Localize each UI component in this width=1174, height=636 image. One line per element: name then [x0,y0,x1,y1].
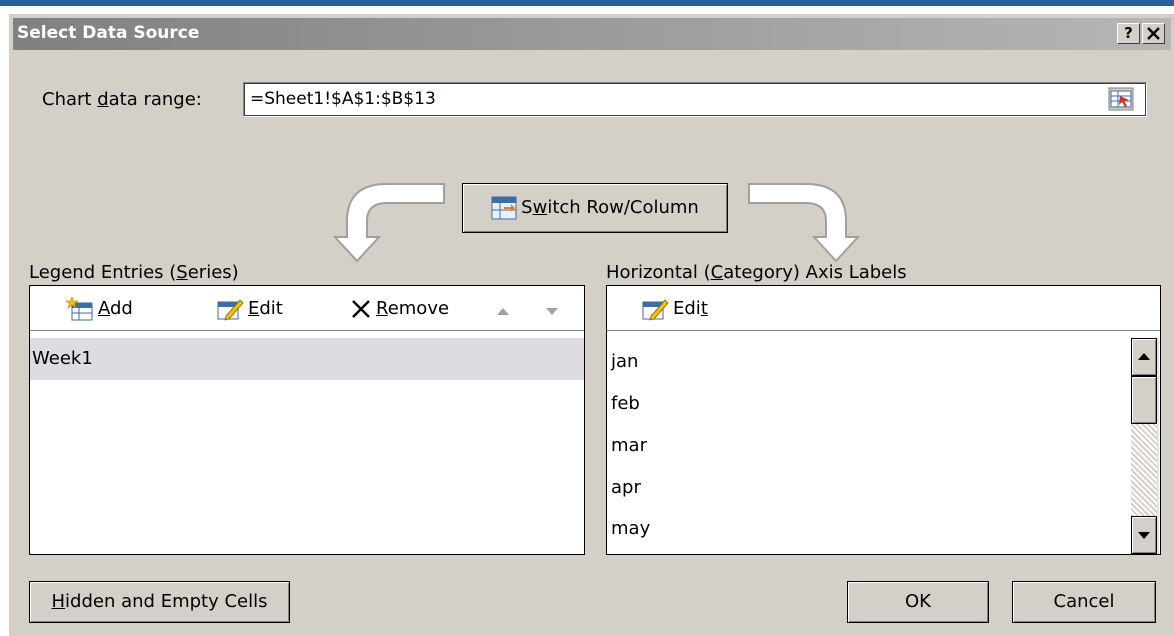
edit-axis-labels-button[interactable]: Edit [641,294,708,324]
chart-data-range-value: =Sheet1!$A$1:$B$13 [250,89,436,109]
remove-x-icon [352,300,370,318]
move-down-icon[interactable] [544,305,560,317]
select-data-source-dialog: Select Data Source ? Chart data range: =… [8,14,1174,636]
legend-entries-panel: Add Edit Remove Week1 [29,285,585,555]
scroll-down-icon [1138,532,1150,539]
close-button[interactable] [1142,23,1165,44]
switch-icon [491,196,517,220]
range-picker-icon[interactable] [1108,87,1134,111]
help-button[interactable]: ? [1117,23,1140,44]
series-name: Week1 [32,348,93,369]
hidden-empty-cells-button[interactable]: Hidden and Empty Cells [29,581,290,623]
switch-right-arrow-icon [748,183,861,263]
chart-data-range-input[interactable]: =Sheet1!$A$1:$B$13 [243,82,1147,117]
scroll-thumb[interactable] [1131,376,1157,424]
close-icon [1147,27,1160,40]
legend-entries-label: Legend Entries (Series) [29,262,239,283]
list-item[interactable]: apr [611,477,641,498]
list-item[interactable]: feb [611,393,640,414]
list-item[interactable]: Week1 [30,338,584,380]
edit-icon [642,299,669,321]
add-icon [66,297,93,321]
list-item[interactable]: mar [611,435,647,456]
vertical-scrollbar[interactable] [1131,338,1159,554]
add-series-button[interactable]: Add [66,294,133,324]
axis-toolbar-divider [607,330,1160,331]
axis-labels-label: Horizontal (Category) Axis Labels [606,262,907,283]
window-top-edge [0,0,1174,6]
edit-icon [217,299,244,321]
remove-series-button[interactable]: Remove [350,294,449,324]
title-bar: Select Data Source ? [13,18,1171,50]
list-item[interactable]: jan [611,351,638,372]
legend-toolbar-divider [30,330,584,331]
list-item[interactable]: may [611,518,650,539]
move-up-icon[interactable] [495,305,511,317]
dialog-title: Select Data Source [17,23,200,43]
edit-series-button[interactable]: Edit [216,294,283,324]
switch-left-arrow-icon [332,183,445,263]
scroll-track[interactable] [1131,424,1157,516]
scroll-up-button[interactable] [1131,338,1157,376]
axis-labels-panel: Edit jan feb mar apr may [606,285,1161,555]
switch-row-column-button[interactable]: Switch Row/Column [462,183,728,233]
cancel-button[interactable]: Cancel [1012,581,1156,623]
scroll-down-button[interactable] [1131,516,1157,554]
chart-data-range-label: Chart data range: [42,89,202,110]
scroll-up-icon [1138,353,1150,360]
ok-button[interactable]: OK [847,581,989,623]
